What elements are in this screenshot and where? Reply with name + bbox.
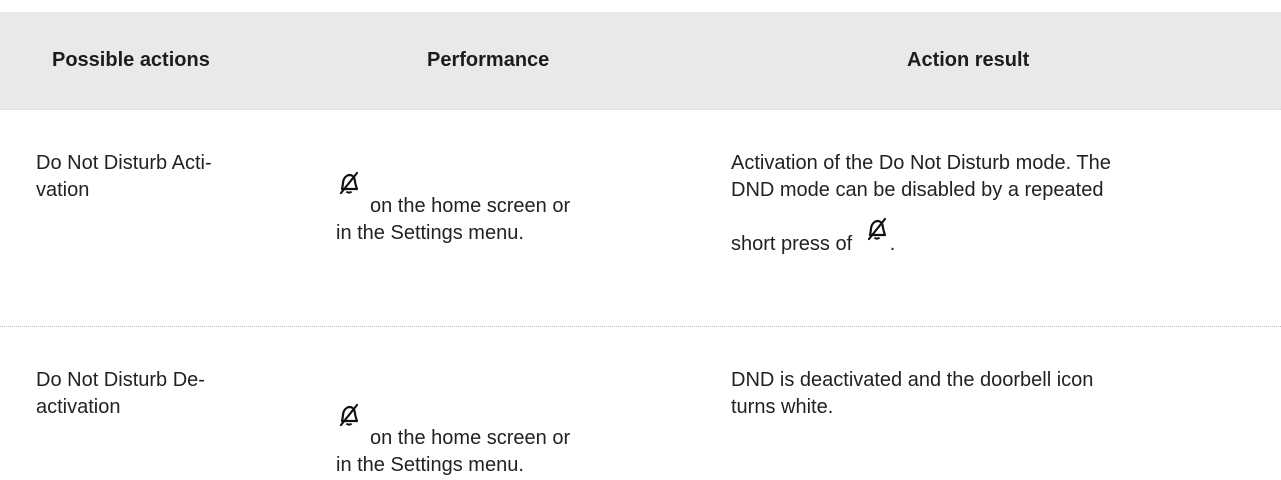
row1-result-cell: Activation of the Do Not Disturb mode. T… (731, 150, 1111, 258)
table-header: Possible actions Performance Action resu… (0, 12, 1281, 110)
row1-result-line3: short press of . (731, 217, 1111, 258)
row1-result-line3-text: short press of (731, 233, 853, 255)
header-possible-actions: Possible actions (52, 49, 210, 71)
row1-performance-line1: on the home screen or (336, 171, 571, 220)
row1-performance-cell: on the home screen or in the Settings me… (336, 171, 571, 247)
bell-off-icon (336, 170, 362, 196)
row2-action-line2: activation (36, 396, 121, 418)
row2-performance-line2: in the Settings menu. (336, 454, 524, 476)
row1-result-line1: Activation of the Do Not Disturb mode. T… (731, 152, 1111, 174)
bell-off-icon (336, 402, 362, 428)
row2-performance-text1: on the home screen or (370, 427, 571, 449)
row1-action-line2: vation (36, 179, 90, 201)
row1-action-cell: Do Not Disturb Acti- vation (36, 150, 212, 204)
row1-action-line1: Do Not Disturb Acti- (36, 152, 212, 174)
row2-result-line1: DND is deactivated and the doorbell icon (731, 369, 1094, 391)
row1-result-line2: DND mode can be disabled by a repeated (731, 179, 1104, 201)
header-action-result: Action result (907, 49, 1030, 71)
row2-result-line2: turns white. (731, 396, 834, 418)
row2-result-cell: DND is deactivated and the doorbell icon… (731, 367, 1093, 421)
bell-off-icon (864, 216, 890, 242)
row2-performance-line1: on the home screen or (336, 403, 571, 452)
row1-performance-line2: in the Settings menu. (336, 222, 524, 244)
row2-performance-cell: on the home screen or in the Settings me… (336, 403, 571, 479)
row1-performance-text1: on the home screen or (370, 195, 571, 217)
row-separator (0, 326, 1281, 327)
row2-action-line1: Do Not Disturb De- (36, 369, 205, 391)
header-performance: Performance (427, 49, 550, 71)
row1-result-line3-period: . (889, 233, 896, 255)
row2-action-cell: Do Not Disturb De- activation (36, 367, 205, 421)
